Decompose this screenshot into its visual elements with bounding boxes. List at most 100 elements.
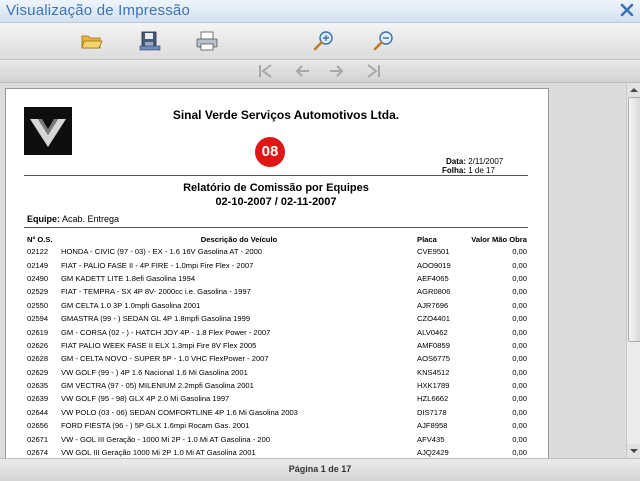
company-logo bbox=[24, 107, 72, 155]
os-number: 02529 bbox=[27, 287, 49, 297]
os-number: 02671 bbox=[27, 434, 49, 444]
table-row: 02550 GM CELTA 1.0 3P 1.0mpfi Gasolina 20… bbox=[27, 299, 527, 312]
table-row: 02656 FORD FIESTA (96 - ) 5P GLX 1.6mpi R… bbox=[27, 419, 527, 432]
column-header-os: Nº O.S. bbox=[27, 234, 53, 244]
vehicle-description: VW POLO (03 - 06) SEDAN COMFORTLINE 4P 1… bbox=[61, 407, 298, 417]
title-bar: Visualização de Impressão bbox=[0, 0, 640, 23]
preview-area[interactable]: Sinal Verde Serviços Automotivos Ltda. 0… bbox=[0, 83, 626, 458]
plate: CZO4401 bbox=[417, 314, 450, 324]
report-date-info: Data: 2/11/2007 Folha: 1 de 17 bbox=[426, 157, 536, 175]
scroll-up-icon[interactable] bbox=[627, 83, 640, 97]
os-number: 02626 bbox=[27, 340, 49, 350]
zoom-in-icon[interactable] bbox=[312, 29, 336, 53]
zoom-out-icon[interactable] bbox=[372, 29, 396, 53]
os-number: 02656 bbox=[27, 421, 49, 431]
table-row: 02490 GM KADETT LITE 1.8efi Gasolina 1994… bbox=[27, 272, 527, 285]
vehicle-description: FIAT PALIO WEEK FASE II ELX 1.3mpi Fire … bbox=[61, 340, 257, 350]
labor-value: 0,00 bbox=[512, 340, 527, 350]
date-value: 2/11/2007 bbox=[468, 157, 504, 166]
plate: AJF8958 bbox=[417, 421, 448, 431]
labor-value: 0,00 bbox=[512, 327, 527, 337]
vehicle-description: GM - CORSA (02 - ) - HATCH JOY 4P - 1.8 … bbox=[61, 327, 271, 337]
table-row: 02619 GM - CORSA (02 - ) - HATCH JOY 4P -… bbox=[27, 325, 527, 338]
os-number: 02122 bbox=[27, 247, 49, 257]
last-page-icon[interactable] bbox=[364, 63, 382, 79]
labor-value: 0,00 bbox=[512, 381, 527, 391]
report-period: 02-10-2007 / 02-11-2007 bbox=[215, 196, 337, 208]
table-row: 02635 GM VECTRA (97 - 05) MILENIUM 2.2mpf… bbox=[27, 379, 527, 392]
company-name: Sinal Verde Serviços Automotivos Ltda. bbox=[172, 108, 400, 122]
window-title: Visualização de Impressão bbox=[6, 2, 190, 19]
plate: HXK1789 bbox=[417, 381, 450, 391]
table-header-row: Nº O.S. Descrição do Veículo Placa Valor… bbox=[27, 233, 527, 245]
labor-value: 0,00 bbox=[512, 247, 527, 257]
labor-value: 0,00 bbox=[512, 314, 527, 324]
folder-open-icon[interactable] bbox=[80, 29, 104, 53]
table-row: 02149 FIAT - PALIO FASE II - 4P FIRE - 1.… bbox=[27, 258, 527, 271]
plate: AJR7696 bbox=[417, 300, 449, 310]
plate: DIS7178 bbox=[417, 407, 447, 417]
table-row: 02594 GMASTRA (99 - ) SEDAN GL 4P 1.8mpfi… bbox=[27, 312, 527, 325]
vehicle-description: GM CELTA 1.0 3P 1.0mpfi Gasolina 2001 bbox=[61, 300, 201, 310]
os-number: 02490 bbox=[27, 273, 49, 283]
table-row: 02671 VW - GOL III Geração - 1000 Mi 2P -… bbox=[27, 432, 527, 445]
labor-value: 0,00 bbox=[512, 354, 527, 364]
os-number: 02619 bbox=[27, 327, 49, 337]
sheet-value: 1 de 17 bbox=[468, 166, 495, 175]
page-navigation-bar bbox=[0, 60, 640, 83]
plate: ALV0462 bbox=[417, 327, 448, 337]
labor-value: 0,00 bbox=[512, 434, 527, 444]
labor-value: 0,00 bbox=[512, 367, 527, 377]
team-line: Equipe: Acab. Entrega bbox=[27, 214, 119, 224]
table-row: 02529 FIAT - TEMPRA - SX 4P 8V- 2000cc i.… bbox=[27, 285, 527, 298]
previous-page-icon[interactable] bbox=[293, 63, 311, 79]
team-label: Equipe: bbox=[27, 214, 60, 224]
os-number: 02628 bbox=[27, 354, 49, 364]
report-number-badge: 08 bbox=[255, 137, 285, 167]
plate: AOO9019 bbox=[417, 260, 451, 270]
vertical-scrollbar[interactable] bbox=[626, 83, 640, 458]
close-icon[interactable] bbox=[620, 3, 634, 17]
os-number: 02639 bbox=[27, 394, 49, 404]
plate: AFV435 bbox=[417, 434, 445, 444]
toolbar bbox=[0, 23, 640, 60]
plate: AOS6775 bbox=[417, 354, 450, 364]
status-bar: Página 1 de 17 bbox=[0, 458, 640, 481]
sheet-label: Folha: bbox=[442, 166, 466, 175]
os-number: 02629 bbox=[27, 367, 49, 377]
table-row: 02674 VW GOL III Geração 1000 Mi 2P 1.0 M… bbox=[27, 446, 527, 458]
scrollbar-thumb[interactable] bbox=[628, 97, 640, 342]
labor-value: 0,00 bbox=[512, 273, 527, 283]
report-title-block: Relatório de Comissão por Equipes 02-10-… bbox=[106, 181, 446, 209]
labor-value: 0,00 bbox=[512, 260, 527, 270]
save-icon[interactable] bbox=[138, 29, 162, 53]
next-page-icon[interactable] bbox=[328, 63, 346, 79]
commission-table: Nº O.S. Descrição do Veículo Placa Valor… bbox=[27, 233, 527, 458]
labor-value: 0,00 bbox=[512, 421, 527, 431]
plate: KNS4512 bbox=[417, 367, 450, 377]
table-body: 02122 HONDA - CIVIC (97 - 03) - EX - 1.6 … bbox=[27, 245, 527, 458]
scroll-down-icon[interactable] bbox=[627, 444, 640, 458]
vehicle-description: HONDA - CIVIC (97 - 03) - EX - 1.6 16V G… bbox=[61, 247, 263, 257]
report-page: Sinal Verde Serviços Automotivos Ltda. 0… bbox=[5, 88, 549, 458]
table-row: 02626 FIAT PALIO WEEK FASE II ELX 1.3mpi … bbox=[27, 339, 527, 352]
plate: AJQ2429 bbox=[417, 448, 449, 458]
plate: AMF0859 bbox=[417, 340, 450, 350]
vehicle-description: GMASTRA (99 - ) SEDAN GL 4P 1.8mpfi Gaso… bbox=[61, 314, 251, 324]
labor-value: 0,00 bbox=[512, 407, 527, 417]
vehicle-description: GM KADETT LITE 1.8efi Gasolina 1994 bbox=[61, 273, 196, 283]
table-row: 02122 HONDA - CIVIC (97 - 03) - EX - 1.6 … bbox=[27, 245, 527, 258]
vehicle-description: GM - CELTA NOVO - SUPER 5P - 1.0 VHC Fle… bbox=[61, 354, 269, 364]
vehicle-description: GM VECTRA (97 - 05) MILENIUM 2.2mpfi Gas… bbox=[61, 381, 254, 391]
first-page-icon[interactable] bbox=[257, 63, 275, 79]
table-row: 02628 GM - CELTA NOVO - SUPER 5P - 1.0 VH… bbox=[27, 352, 527, 365]
os-number: 02644 bbox=[27, 407, 49, 417]
vehicle-description: VW GOLF (95 - 98) GLX 4P 2.0 Mi Gasolina… bbox=[61, 394, 230, 404]
table-row: 02629 VW GOLF (99 - ) 4P 1.6 Nacional 1.6… bbox=[27, 366, 527, 379]
divider bbox=[24, 175, 528, 176]
plate: AEF4065 bbox=[417, 273, 449, 283]
print-icon[interactable] bbox=[195, 29, 219, 53]
column-header-plate: Placa bbox=[417, 234, 437, 244]
table-row: 02639 VW GOLF (95 - 98) GLX 4P 2.0 Mi Gas… bbox=[27, 392, 527, 405]
date-label: Data: bbox=[445, 157, 466, 166]
